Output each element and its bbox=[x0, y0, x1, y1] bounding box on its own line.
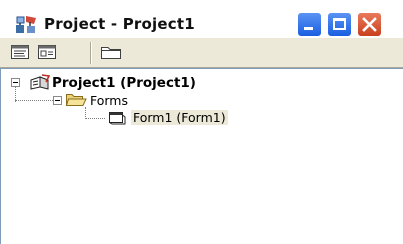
collapse-toggle-root[interactable] bbox=[11, 78, 20, 87]
form-icon bbox=[109, 112, 126, 125]
project-tree[interactable]: Project1 (Project1) Forms Form1 (Form1) bbox=[0, 68, 403, 244]
folder-open-icon bbox=[65, 94, 87, 106]
toolbar-separator bbox=[90, 42, 92, 64]
title-bar[interactable]: Project - Project1 bbox=[0, 0, 403, 38]
tree-connector bbox=[85, 118, 105, 120]
minimize-button[interactable] bbox=[297, 12, 322, 37]
toggle-folders-button[interactable] bbox=[100, 44, 121, 60]
minimize-icon bbox=[304, 27, 313, 30]
view-code-icon bbox=[11, 45, 29, 59]
window-title: Project - Project1 bbox=[44, 15, 195, 33]
maximize-button[interactable] bbox=[327, 12, 352, 37]
tree-connector bbox=[15, 100, 53, 102]
tree-root-label[interactable]: Project1 (Project1) bbox=[52, 75, 196, 91]
view-object-button[interactable] bbox=[37, 44, 57, 60]
close-icon bbox=[362, 17, 377, 32]
folder-icon bbox=[101, 47, 121, 59]
project-icon bbox=[30, 74, 51, 90]
project-toolbar bbox=[0, 38, 403, 68]
view-code-button[interactable] bbox=[10, 44, 30, 60]
tree-form-item-label[interactable]: Form1 (Form1) bbox=[131, 110, 228, 125]
project-explorer-icon bbox=[16, 16, 36, 33]
collapse-toggle-forms[interactable] bbox=[53, 96, 62, 105]
maximize-icon bbox=[333, 18, 346, 30]
tree-folder-label[interactable]: Forms bbox=[90, 93, 128, 108]
view-object-icon bbox=[38, 45, 56, 59]
close-button[interactable] bbox=[357, 12, 382, 37]
